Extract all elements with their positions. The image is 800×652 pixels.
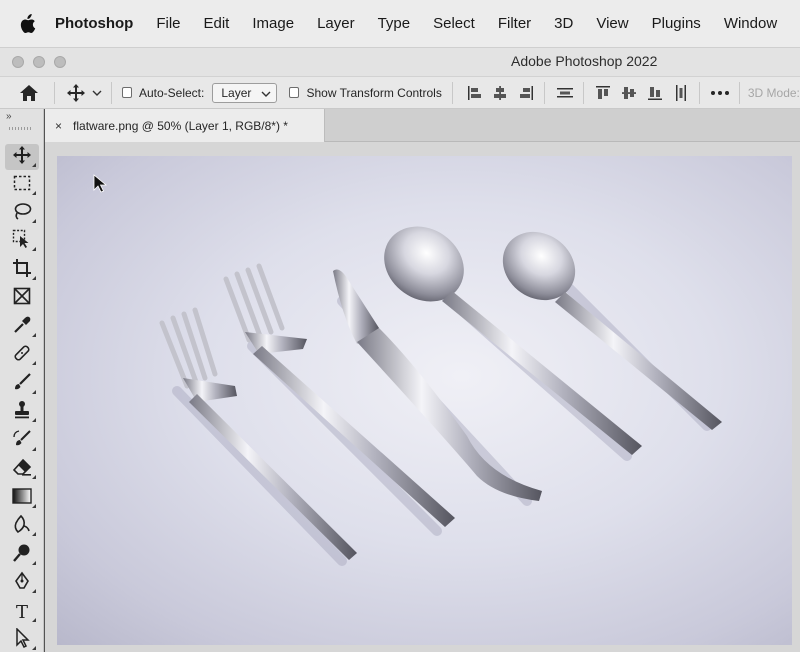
image-canvas[interactable] — [57, 156, 792, 645]
menu-3d[interactable]: 3D — [554, 15, 573, 32]
document-area: × flatware.png @ 50% (Layer 1, RGB/8*) * — [45, 109, 800, 652]
distribute-vertical-icon[interactable] — [555, 82, 575, 104]
show-transform-checkbox[interactable] — [289, 87, 300, 98]
path-select-icon — [13, 626, 31, 652]
auto-select-value: Layer — [221, 85, 252, 100]
align-right-icon[interactable] — [516, 82, 536, 104]
stamp-tool[interactable] — [5, 399, 39, 425]
align-center-h-icon[interactable] — [491, 82, 511, 104]
menu-select[interactable]: Select — [433, 15, 475, 32]
more-options-icon[interactable] — [709, 82, 731, 104]
menu-filter[interactable]: Filter — [498, 15, 531, 32]
eyedropper-icon — [12, 315, 32, 340]
mouse-cursor-icon — [93, 174, 108, 199]
collapse-panel-button[interactable]: » — [6, 111, 12, 122]
type-icon: T — [15, 601, 28, 623]
window-titlebar: Adobe Photoshop 2022 — [0, 47, 800, 76]
gradient-icon — [12, 487, 32, 509]
eraser-tool[interactable] — [5, 456, 39, 482]
move-tool-preset-icon[interactable] — [66, 82, 86, 104]
marquee-tool[interactable] — [5, 172, 39, 198]
blur-icon — [12, 514, 32, 539]
path-select-tool[interactable] — [5, 626, 39, 652]
menu-edit[interactable]: Edit — [204, 15, 230, 32]
menu-file[interactable]: File — [156, 15, 180, 32]
chevron-down-icon — [261, 86, 271, 100]
crop-icon — [12, 258, 32, 283]
menu-plugins[interactable]: Plugins — [652, 15, 701, 32]
pen-tool[interactable] — [5, 570, 39, 596]
frame-icon — [13, 287, 31, 310]
pen-icon — [12, 571, 32, 596]
crop-tool[interactable] — [5, 257, 39, 283]
tools-panel: » T — [0, 109, 44, 652]
document-tabs: × flatware.png @ 50% (Layer 1, RGB/8*) * — [45, 109, 800, 142]
lasso-icon — [12, 201, 32, 226]
show-transform-label: Show Transform Controls — [306, 85, 442, 100]
align-middle-v-icon[interactable] — [619, 82, 639, 104]
menu-layer[interactable]: Layer — [317, 15, 355, 32]
blur-tool[interactable] — [5, 513, 39, 539]
auto-select-dropdown[interactable]: Layer — [212, 82, 278, 103]
type-tool[interactable]: T — [5, 599, 39, 625]
document-tab[interactable]: × flatware.png @ 50% (Layer 1, RGB/8*) * — [45, 109, 325, 142]
flatware-photo — [159, 226, 722, 566]
home-icon[interactable] — [18, 82, 40, 104]
dodge-tool[interactable] — [5, 542, 39, 568]
stamp-icon — [12, 400, 32, 425]
object-select-tool[interactable] — [5, 228, 39, 254]
rect-marquee-icon — [13, 175, 31, 196]
gradient-tool[interactable] — [5, 485, 39, 511]
auto-select-label: Auto-Select: — [138, 85, 205, 100]
object-select-icon — [12, 229, 32, 254]
knife — [333, 269, 542, 501]
brush-tool[interactable] — [5, 371, 39, 397]
auto-select-checkbox[interactable] — [121, 87, 132, 98]
panel-grip[interactable] — [9, 127, 33, 130]
history-brush-tool[interactable] — [5, 428, 39, 454]
align-left-icon[interactable] — [465, 82, 485, 104]
menu-type[interactable]: Type — [378, 15, 411, 32]
history-brush-icon — [12, 429, 32, 454]
menu-window[interactable]: Window — [724, 15, 777, 32]
eyedropper-tool[interactable] — [5, 314, 39, 340]
align-bottom-icon[interactable] — [645, 82, 665, 104]
align-top-icon[interactable] — [594, 82, 614, 104]
lasso-tool[interactable] — [5, 200, 39, 226]
eraser-icon — [12, 457, 32, 482]
menu-photoshop[interactable]: Photoshop — [55, 15, 133, 32]
3d-mode-label: 3D Mode: — [747, 85, 800, 100]
healing-tool[interactable] — [5, 342, 39, 368]
mac-menubar: Photoshop File Edit Image Layer Type Sel… — [0, 0, 800, 47]
window-title: Adobe Photoshop 2022 — [511, 53, 658, 69]
frame-tool[interactable] — [5, 285, 39, 311]
menu-view[interactable]: View — [596, 15, 628, 32]
move-tool[interactable] — [5, 144, 39, 170]
brush-icon — [12, 372, 32, 397]
dodge-icon — [12, 543, 32, 568]
apple-menu-icon[interactable] — [18, 13, 36, 34]
menu-image[interactable]: Image — [252, 15, 294, 32]
close-tab-icon[interactable]: × — [55, 119, 62, 133]
distribute-horizontal-icon[interactable] — [671, 82, 691, 104]
bandage-icon — [12, 343, 32, 368]
chevron-down-icon[interactable] — [90, 82, 103, 104]
options-bar: Auto-Select: Layer Show Transform Contro… — [0, 76, 800, 109]
document-tab-title: flatware.png @ 50% (Layer 1, RGB/8*) * — [73, 118, 288, 133]
move-icon — [12, 145, 32, 170]
